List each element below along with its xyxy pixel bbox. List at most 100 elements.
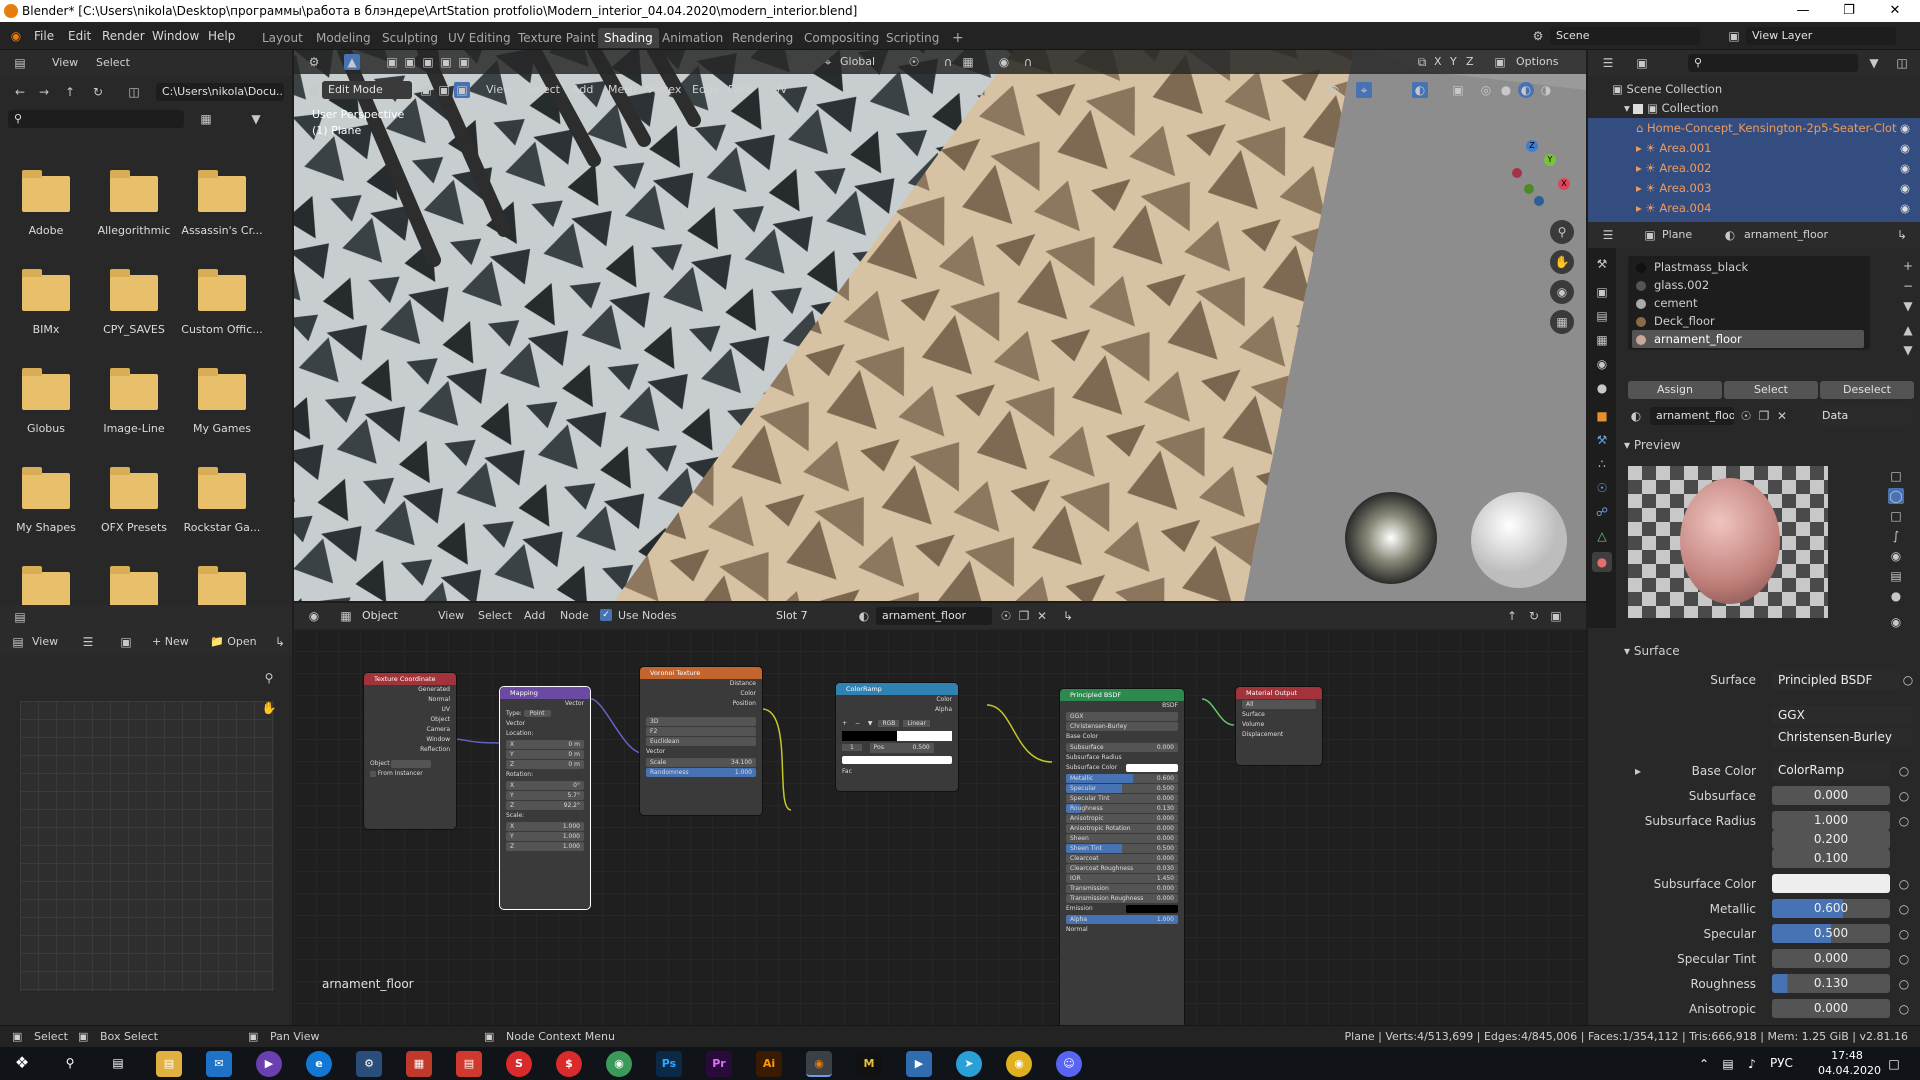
mirror-z-toggle[interactable]: Z bbox=[1466, 52, 1474, 72]
output-tab-icon[interactable]: ▤ bbox=[1594, 308, 1610, 324]
network-icon[interactable]: ▤ bbox=[1720, 1056, 1736, 1072]
display-mode-icon[interactable]: ▣ bbox=[1634, 55, 1650, 71]
notifications-icon[interactable]: □ bbox=[1886, 1056, 1902, 1072]
distribution-dropdown[interactable]: GGX bbox=[1066, 712, 1178, 721]
options-dropdown[interactable]: Options bbox=[1516, 52, 1558, 72]
gizmo-y-icon[interactable]: Y bbox=[1544, 154, 1556, 166]
volume-icon[interactable]: ♪ bbox=[1744, 1056, 1760, 1072]
bsdf-specular-field[interactable]: Specular 0.500 bbox=[1066, 784, 1178, 793]
clock[interactable]: 17:48 04.04.2020 bbox=[1818, 1048, 1881, 1078]
select-mode-invert-icon[interactable]: ▣ bbox=[438, 54, 454, 70]
mapping-scl-x-field[interactable]: X 1.000 bbox=[506, 822, 584, 831]
search-icon[interactable]: ⚲ bbox=[62, 1055, 78, 1071]
shading-wireframe-icon[interactable]: ◎ bbox=[1478, 82, 1494, 98]
blender-menu-icon[interactable]: ◉ bbox=[8, 28, 24, 44]
socket-distance[interactable]: Distance bbox=[640, 679, 762, 689]
file-explorer-icon[interactable]: ▤ bbox=[156, 1051, 182, 1077]
color-swatch[interactable] bbox=[1126, 764, 1178, 772]
node-header[interactable]: Mapping bbox=[500, 687, 590, 699]
tab-layout[interactable]: Layout bbox=[256, 28, 309, 48]
checkbox-icon[interactable] bbox=[1633, 103, 1644, 114]
preview-flat-icon[interactable]: □ bbox=[1888, 468, 1904, 484]
overlays-icon[interactable]: ◐ bbox=[1412, 82, 1428, 98]
material-name-field[interactable]: arnament_floor bbox=[1650, 407, 1734, 425]
prop-specular-tint-field[interactable]: 0.000 bbox=[1772, 949, 1890, 968]
bsdf-clearcoat-field[interactable]: Clearcoat 0.000 bbox=[1066, 854, 1178, 863]
bsdf-normal-socket[interactable]: Normal bbox=[1060, 925, 1184, 935]
move-up-icon[interactable]: ▲ bbox=[1900, 322, 1916, 338]
vp-menu-select[interactable]: Select bbox=[526, 80, 560, 100]
face-select-icon[interactable]: ▣ bbox=[454, 82, 470, 98]
menu-render[interactable]: Render bbox=[102, 27, 145, 45]
minimize-icon[interactable]: — bbox=[1780, 0, 1826, 22]
image-canvas[interactable] bbox=[20, 701, 274, 991]
vp-menu-edge[interactable]: Edge bbox=[692, 80, 720, 100]
assign-button[interactable]: Assign bbox=[1628, 381, 1722, 399]
prop-subsurface-field[interactable]: 0.000 bbox=[1772, 786, 1890, 805]
prop-subsurface-color-field[interactable] bbox=[1772, 874, 1890, 893]
scene-tab-icon[interactable]: ◉ bbox=[1594, 356, 1610, 372]
folder-item[interactable]: Globus bbox=[4, 366, 88, 435]
editor-type-icon[interactable]: ▤ bbox=[12, 55, 28, 71]
prop-anisotropic-field[interactable]: 0.000 bbox=[1772, 999, 1890, 1018]
tab-rendering[interactable]: Rendering bbox=[726, 28, 799, 48]
prop-base-color-field[interactable]: ColorRamp bbox=[1772, 761, 1890, 780]
mail-icon[interactable]: ✉ bbox=[206, 1051, 232, 1077]
socket-surface[interactable]: Surface bbox=[1236, 710, 1322, 720]
folder-item[interactable]: CPY_SAVES bbox=[92, 267, 176, 336]
socket-vector-in[interactable]: Vector bbox=[640, 747, 762, 757]
outliner-scene-collection[interactable]: ▣ Scene Collection bbox=[1612, 80, 1722, 98]
language-indicator[interactable]: РУС bbox=[1770, 1056, 1793, 1070]
folder-item[interactable]: Custom Offic... bbox=[180, 267, 264, 336]
hand-pan-icon[interactable]: ✋ bbox=[258, 697, 280, 719]
socket-normal[interactable]: Normal bbox=[364, 695, 456, 705]
menu-edit[interactable]: Edit bbox=[68, 27, 91, 45]
windows-start-icon[interactable]: ❖ bbox=[14, 1055, 30, 1071]
folder-item[interactable]: Image-Line bbox=[92, 366, 176, 435]
add-stop-button[interactable]: + bbox=[842, 720, 847, 727]
bsdf-sheen-field[interactable]: Sheen 0.000 bbox=[1066, 834, 1178, 843]
illustrator-icon[interactable]: Ai bbox=[756, 1051, 782, 1077]
scale-field[interactable]: Scale 34.100 bbox=[646, 758, 756, 767]
vp-menu-mesh[interactable]: Mesh bbox=[608, 80, 637, 100]
fb-menu-view[interactable]: View bbox=[52, 53, 78, 73]
new-collection-icon[interactable]: ◫ bbox=[1894, 55, 1910, 71]
preview-panel-header[interactable]: ▾ Preview bbox=[1624, 438, 1681, 452]
node-header[interactable]: ColorRamp bbox=[836, 683, 958, 695]
metric-dropdown[interactable]: Euclidean bbox=[646, 737, 756, 746]
physics-tab-icon[interactable]: ☉ bbox=[1594, 480, 1610, 496]
modifier-tab-icon[interactable]: ⚒ bbox=[1594, 432, 1610, 448]
shader-node-editor[interactable]: ◉ ▦ Object View Select Add Node ✓ Use No… bbox=[294, 603, 1586, 1025]
new-image-button[interactable]: + New bbox=[152, 632, 189, 652]
node-texture-coordinate[interactable]: Texture Coordinate Generated Normal UV O… bbox=[364, 673, 456, 829]
menu-help[interactable]: Help bbox=[208, 27, 235, 45]
prop-radius-3-field[interactable]: 0.200 bbox=[1772, 830, 1890, 849]
fb-search-input[interactable]: ⚲ bbox=[8, 110, 184, 128]
app-icon[interactable]: ▶ bbox=[256, 1051, 282, 1077]
outliner-item[interactable]: ⌂ Home-Concept_Kensington-2p5-Seater-Clo… bbox=[1636, 119, 1920, 137]
select-mode-intersect-icon[interactable]: ▣ bbox=[456, 54, 472, 70]
back-arrow-icon[interactable]: ← bbox=[12, 84, 28, 100]
socket-vector-out[interactable]: Vector bbox=[500, 699, 590, 709]
chrome-icon[interactable]: ◉ bbox=[1006, 1051, 1032, 1077]
snap-magnet-icon[interactable]: ∩ bbox=[940, 54, 956, 70]
menu-window[interactable]: Window bbox=[152, 27, 199, 45]
bsdf-specular-tint-field[interactable]: Specular Tint 0.000 bbox=[1066, 794, 1178, 803]
shading-material-icon[interactable]: ◐ bbox=[1518, 82, 1534, 98]
color-swatch[interactable] bbox=[1126, 905, 1178, 913]
view-layer-tab-icon[interactable]: ▦ bbox=[1594, 332, 1610, 348]
bsdf-transmission-field[interactable]: Transmission 0.000 bbox=[1066, 884, 1178, 893]
task-view-icon[interactable]: ▤ bbox=[110, 1055, 126, 1071]
image-browse-icon[interactable]: ▣ bbox=[118, 634, 134, 650]
select-mode-new-icon[interactable]: ▣ bbox=[384, 54, 400, 70]
bsdf-roughness-field[interactable]: Roughness 0.130 bbox=[1066, 804, 1178, 813]
app-icon[interactable]: ⚙ bbox=[356, 1051, 382, 1077]
stop-position-field[interactable]: Pos 0.500 bbox=[869, 743, 934, 753]
preview-hair-icon[interactable]: ∫ bbox=[1888, 528, 1904, 544]
eye-visibility-icon[interactable]: ◉ bbox=[1900, 179, 1910, 197]
select-mode-subtract-icon[interactable]: ▣ bbox=[420, 54, 436, 70]
ramp-menu-icon[interactable]: ▼ bbox=[868, 720, 873, 727]
bsdf-anisotropic-field[interactable]: Anisotropic 0.000 bbox=[1066, 814, 1178, 823]
image-mode-icon[interactable]: ▤ bbox=[10, 634, 26, 650]
material-slot-item[interactable]: cement bbox=[1632, 294, 1864, 312]
